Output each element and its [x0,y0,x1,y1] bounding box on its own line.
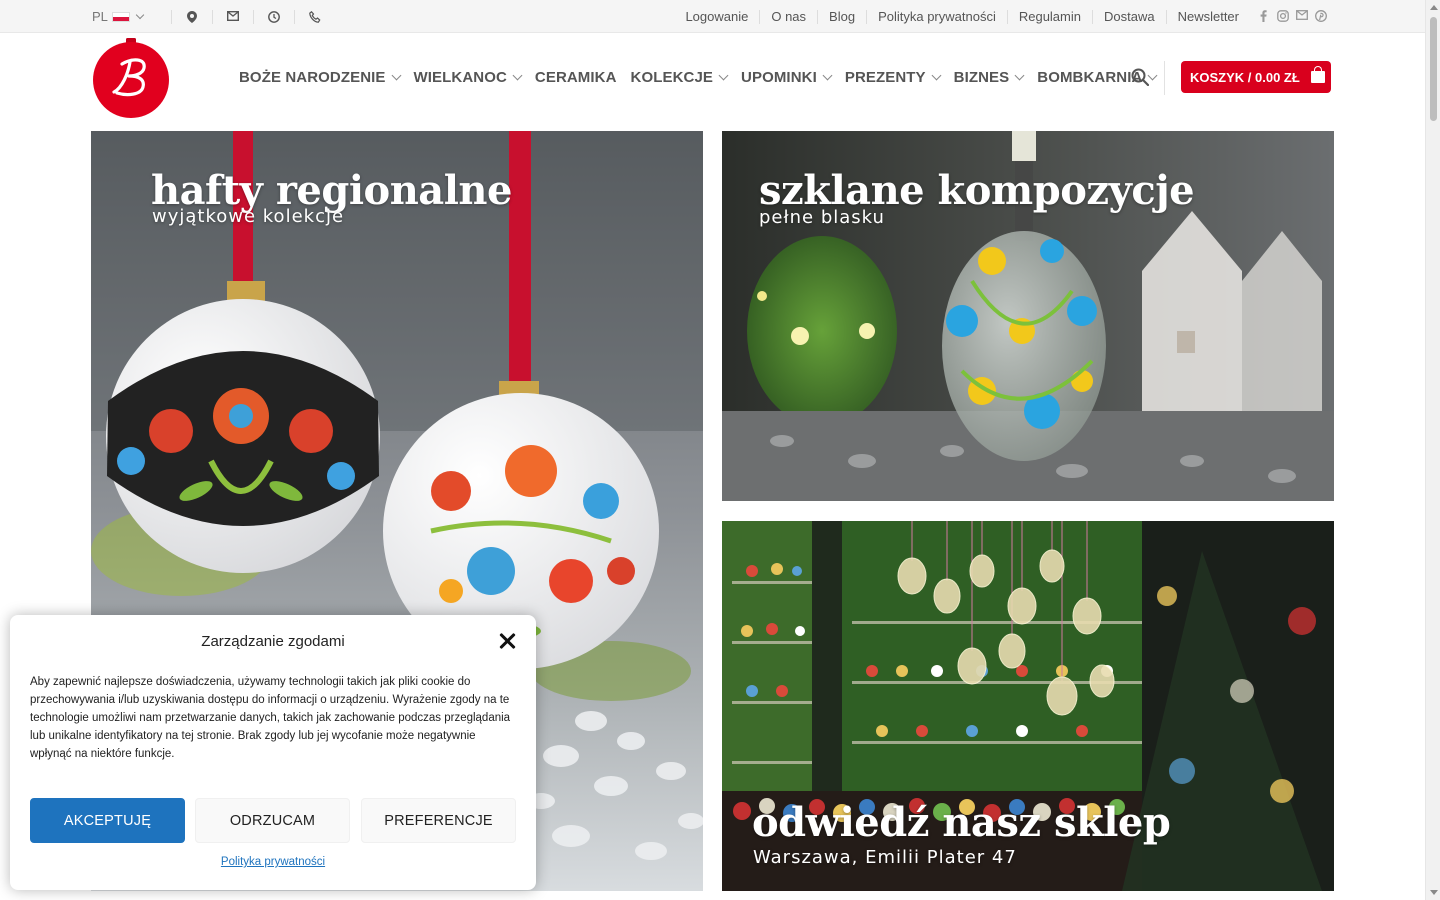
nav-label: WIELKANOC [413,68,507,86]
divider [293,9,295,24]
blog-link[interactable]: Blog [818,9,868,24]
banner-visit-shop[interactable]: odwiedź nasz sklep Warszawa, Emilii Plat… [722,521,1334,891]
map-pin-icon[interactable] [186,10,198,23]
divider [211,9,213,24]
main-navigation: BOŻE NARODZENIE WIELKANOC CERAMIKA KOLEK… [239,33,1158,121]
nav-item-christmas[interactable]: BOŻE NARODZENIE [239,68,401,86]
terms-link[interactable]: Regulamin [1008,9,1093,24]
banner-title: odwiedź nasz sklep [752,799,1171,846]
privacy-policy-link[interactable]: Polityka prywatności [867,9,1008,24]
pinterest-icon[interactable] [1314,10,1327,23]
chevron-down-icon [718,70,729,80]
close-icon[interactable] [497,631,517,651]
site-logo[interactable] [92,38,170,118]
chevron-down-icon [1147,70,1158,80]
chevron-down-icon [135,10,145,20]
scroll-down-arrow-icon[interactable] [1430,890,1438,895]
site-header: BOŻE NARODZENIE WIELKANOC CERAMIKA KOLEK… [0,33,1425,121]
login-link[interactable]: Logowanie [674,9,761,24]
cart-button[interactable]: KOSZYK / 0.00 ZŁ [1181,61,1331,93]
banner-subtitle: wyjątkowe kolekcje [152,206,345,227]
clock-icon[interactable] [268,10,280,23]
top-bar-links: Logowanie O nas Blog Polityka prywatnośc… [674,0,1327,33]
envelope-icon[interactable] [226,10,239,23]
scroll-up-arrow-icon[interactable] [1430,5,1438,10]
delivery-link[interactable]: Dostawa [1093,9,1167,24]
phone-icon[interactable] [309,10,321,23]
cart-label: KOSZYK / 0.00 ZŁ [1190,69,1300,85]
nav-label: CERAMIKA [534,68,617,86]
nav-label: BOŻE NARODZENIE [239,68,386,86]
instagram-icon[interactable] [1276,10,1289,23]
chevron-down-icon [1014,70,1025,80]
social-icons [1257,10,1327,23]
chevron-down-icon [391,70,401,80]
newsletter-link[interactable]: Newsletter [1167,9,1257,24]
banner-subtitle: Warszawa, Emilii Plater 47 [753,847,1017,868]
nav-label: BIZNES [953,68,1010,86]
search-icon[interactable] [1131,68,1150,87]
nav-label: KOLEKCJE [630,68,714,86]
language-code: PL [92,9,108,24]
divider [252,9,254,24]
nav-label: PREZENTY [844,68,926,86]
envelope-icon[interactable] [1295,10,1308,23]
page-scrollbar[interactable] [1425,0,1440,900]
accept-button[interactable]: AKCEPTUJĘ [30,798,185,843]
nav-item-souvenirs[interactable]: UPOMINKI [741,68,833,86]
scrollbar-thumb[interactable] [1430,17,1437,121]
deny-button[interactable]: ODRZUCAM [195,798,350,843]
nav-item-easter[interactable]: WIELKANOC [413,68,523,86]
nav-label: BOMBKARNIA [1037,68,1143,86]
chevron-down-icon [822,70,833,80]
top-bar-left: PL [92,0,321,33]
nav-item-business[interactable]: BIZNES [953,68,1025,86]
divider [170,9,172,24]
nav-label: UPOMINKI [741,68,817,86]
chevron-down-icon [512,70,523,80]
banner-subtitle: pełne blasku [759,207,885,228]
banner-glass-compositions[interactable]: szklane kompozycje pełne blasku [722,131,1334,501]
top-bar: PL Logowanie O nas Blog Polityka prywatn… [0,0,1425,33]
facebook-icon[interactable] [1257,10,1270,23]
cookie-consent-dialog: Zarządzanie zgodami Aby zapewnić najleps… [10,615,536,890]
divider [1164,61,1165,95]
chevron-down-icon [931,70,942,80]
preferences-button[interactable]: PREFERENCJE [361,798,516,843]
language-switcher[interactable]: PL [92,9,157,24]
consent-description: Aby zapewnić najlepsze doświadczenia, uż… [30,676,511,760]
nav-item-gifts[interactable]: PREZENTY [844,68,942,86]
dialog-title: Zarządzanie zgodami [201,633,345,650]
poland-flag-icon [111,11,130,22]
nav-item-collections[interactable]: KOLEKCJE [630,68,729,86]
nav-item-ceramics[interactable]: CERAMIKA [535,69,617,86]
shopping-bag-icon [1310,66,1325,83]
privacy-policy-link[interactable]: Polityka prywatności [10,856,536,868]
about-link[interactable]: O nas [760,9,819,24]
